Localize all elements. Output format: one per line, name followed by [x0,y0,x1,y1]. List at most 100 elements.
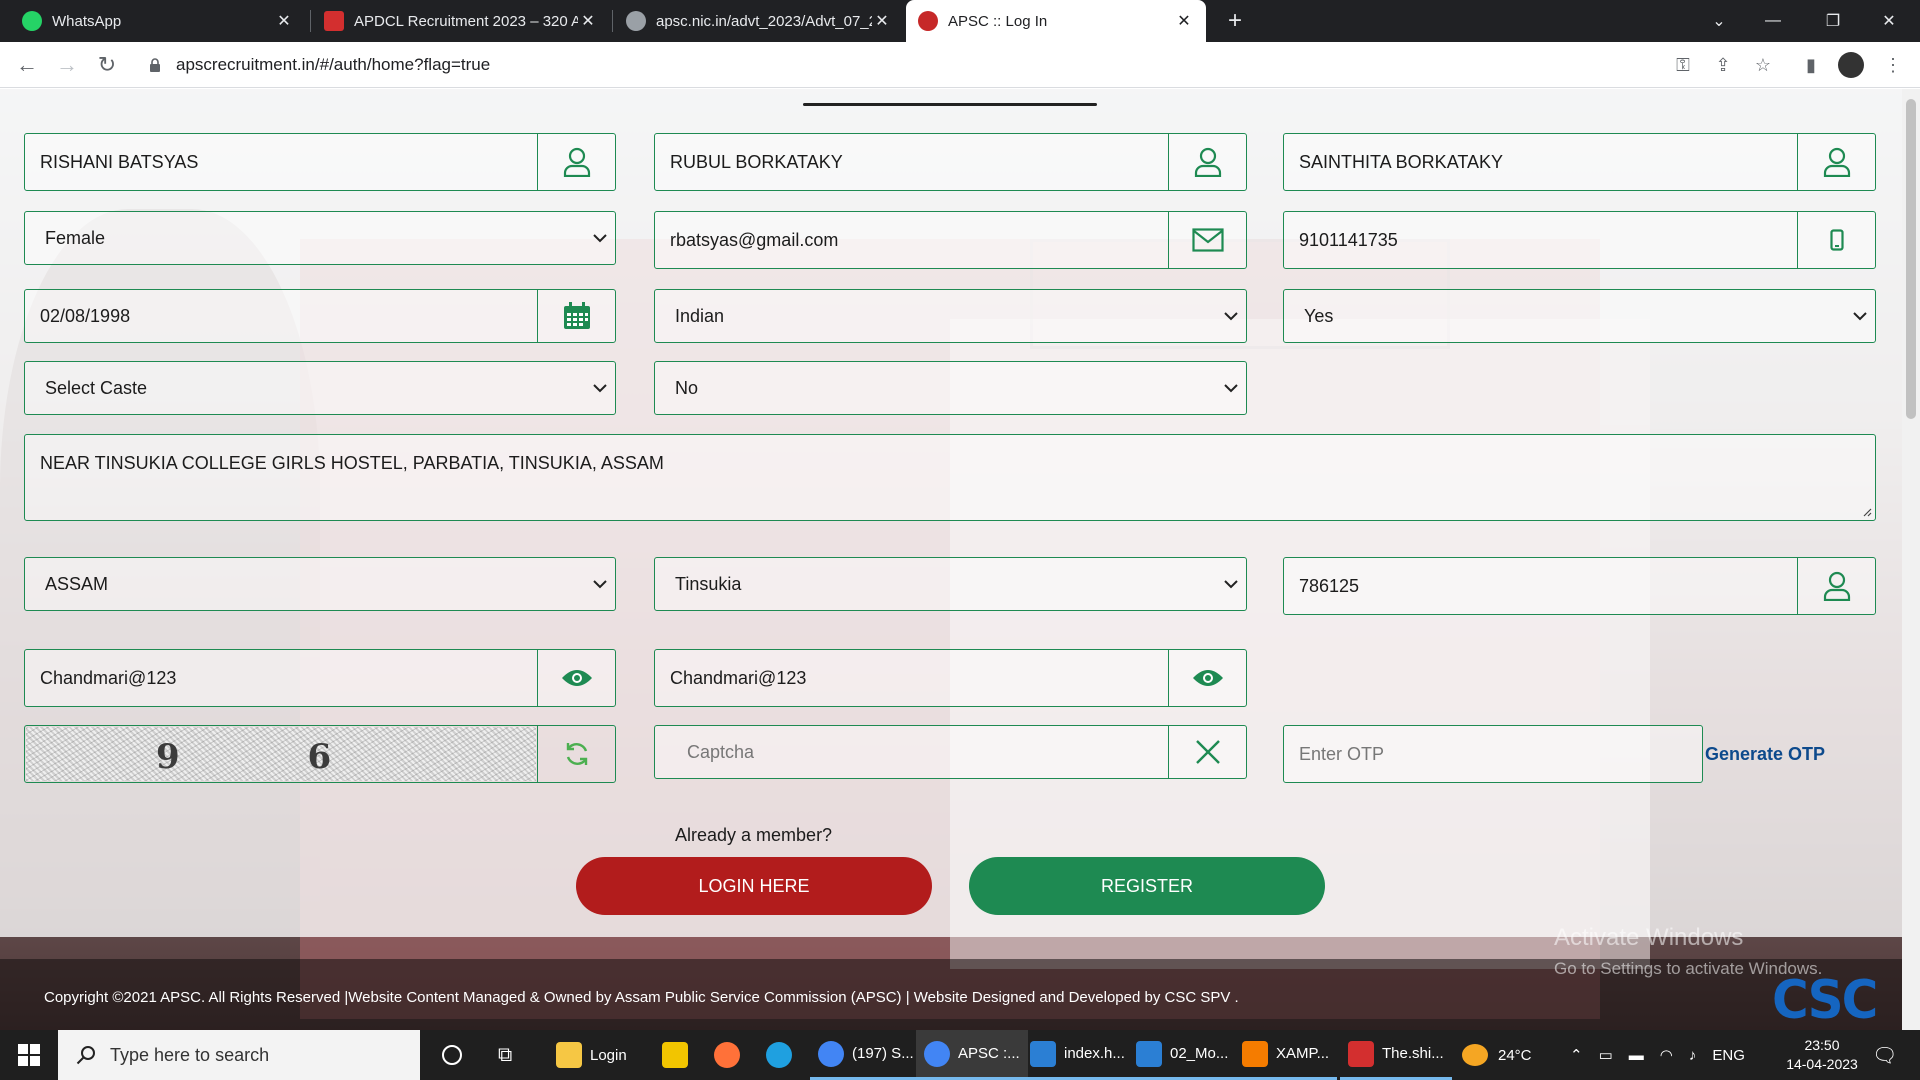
mobile-value: 9101141735 [1299,229,1398,250]
wifi-icon[interactable]: ◠ [1660,1046,1673,1064]
taskbar-app-label: 02_Mo... [1170,1045,1229,1062]
login-button[interactable]: LOGIN HERE [576,857,932,915]
taskbar-app-label: XAMP... [1276,1045,1330,1062]
chevron-down-icon [1845,311,1875,321]
taskbar-app-chrome-2[interactable]: APSC :... [916,1030,1028,1080]
taskbar-app-chrome-1[interactable]: (197) S... [810,1030,922,1080]
calendar-icon[interactable] [537,290,615,342]
close-icon[interactable]: ✕ [872,11,892,31]
confirm-password-field[interactable]: Chandmari@123 [654,649,1247,707]
minimize-button[interactable]: — [1750,0,1796,42]
state-value: ASSAM [45,573,109,594]
gender-value: Female [45,227,106,248]
avatar[interactable] [1838,52,1864,78]
url-field[interactable]: apscrecruitment.in/#/auth/home?flag=true [140,48,1670,82]
taskbar-app-edge[interactable] [758,1030,808,1080]
scrollbar-thumb[interactable] [1906,99,1916,419]
taskbar-app-player[interactable] [654,1030,704,1080]
taskbar-app-label: (197) S... [852,1045,914,1062]
refresh-icon[interactable] [537,725,616,783]
father-name-field[interactable]: RUBUL BORKATAKY [654,133,1247,191]
address-textarea[interactable]: NEAR TINSUKIA COLLEGE GIRLS HOSTEL, PARB… [24,434,1876,521]
cortana-icon[interactable] [434,1030,470,1080]
close-icon[interactable] [1168,726,1246,778]
battery-icon[interactable]: ▬ [1629,1047,1644,1064]
menu-kebab-icon[interactable]: ⋮ [1880,52,1906,78]
user-icon [537,134,615,190]
page-scrollbar[interactable] [1902,89,1920,1030]
player-icon [662,1042,688,1068]
eye-icon[interactable] [1168,650,1246,706]
user-icon [1797,134,1875,190]
language-indicator[interactable]: ENG [1712,1047,1745,1064]
close-icon[interactable]: ✕ [274,11,294,31]
mother-name-field[interactable]: SAINTHITA BORKATAKY [1283,133,1876,191]
weather-widget[interactable]: 24°C [1462,1030,1532,1080]
register-button[interactable]: REGISTER [969,857,1325,915]
xampp-icon [1242,1040,1268,1067]
forward-button[interactable]: → [52,50,82,80]
volume-icon[interactable]: ♪ [1689,1047,1697,1064]
confirm-password-value: Chandmari@123 [670,667,807,688]
new-tab-button[interactable]: + [1220,6,1250,36]
name-field[interactable]: RISHANI BATSYAS [24,133,616,191]
user-icon [1168,134,1246,190]
gender-select[interactable]: Female [24,211,616,265]
dob-field[interactable]: 02/08/1998 [24,289,616,343]
back-button[interactable]: ← [12,50,42,80]
resize-handle-icon[interactable] [1862,507,1872,517]
eye-icon[interactable] [537,650,615,706]
device-icon[interactable]: ▭ [1599,1046,1613,1064]
otp-input[interactable]: Enter OTP [1283,725,1703,783]
tab-search-icon[interactable]: ⌄ [1696,0,1742,42]
tab-apdcl[interactable]: APDCL Recruitment 2023 – 320 A ✕ [312,0,610,42]
domicile-select[interactable]: Yes [1283,289,1876,343]
key-icon[interactable]: ⚿ [1670,52,1696,78]
side-panel-icon[interactable]: ▮ [1798,52,1824,78]
caste-select[interactable]: Select Caste [24,361,616,415]
tab-whatsapp[interactable]: WhatsApp ✕ [10,0,306,42]
captcha-placeholder: Captcha [687,741,755,762]
nationality-select[interactable]: Indian [654,289,1247,343]
taskbar-app-firefox[interactable] [706,1030,756,1080]
captcha-input[interactable]: Captcha [654,725,1247,779]
taskbar-app-vscode-2[interactable]: 02_Mo... [1128,1030,1237,1080]
mobile-field[interactable]: 9101141735 [1283,211,1876,269]
chevron-down-icon [1216,383,1246,393]
state-select[interactable]: ASSAM [24,557,616,611]
pincode-field[interactable]: 786125 [1283,557,1876,615]
pincode-value: 786125 [1299,575,1360,596]
domicile-value: Yes [1304,305,1334,326]
close-icon[interactable]: ✕ [1174,11,1194,31]
taskbar-app-label: The.shi... [1382,1045,1444,1062]
pwd-select[interactable]: No [654,361,1247,415]
taskbar-app-media[interactable]: The.shi... [1340,1030,1452,1080]
bookmark-star-icon[interactable]: ☆ [1750,52,1776,78]
close-icon[interactable]: ✕ [578,11,598,31]
nationality-value: Indian [675,305,725,326]
taskbar-clock[interactable]: 23:50 14-04-2023 [1780,1036,1864,1074]
chevron-down-icon [585,233,615,243]
user-icon [1797,558,1875,614]
registration-form-panel: RISHANI BATSYAS RUBUL BORKATAKY SAINTHIT… [0,89,1902,937]
restore-button[interactable]: ❐ [1810,0,1856,42]
district-select[interactable]: Tinsukia [654,557,1247,611]
chevron-up-icon[interactable]: ⌃ [1570,1046,1583,1064]
email-field[interactable]: rbatsyas@gmail.com [654,211,1247,269]
share-icon[interactable]: ⇪ [1710,52,1736,78]
taskbar-app-explorer[interactable]: Login [548,1030,635,1080]
password-value: Chandmari@123 [40,667,177,688]
tab-apsc-advt[interactable]: apsc.nic.in/advt_2023/Advt_07_2( ✕ [614,0,904,42]
tab-apsc-login[interactable]: APSC :: Log In ✕ [906,0,1206,42]
password-field[interactable]: Chandmari@123 [24,649,616,707]
task-view-icon[interactable]: ⧉ [490,1030,520,1080]
close-window-button[interactable]: ✕ [1866,0,1912,42]
taskbar-search-input[interactable]: Type here to search [58,1030,420,1080]
windows-start-icon[interactable] [0,1030,58,1080]
generate-otp-link[interactable]: Generate OTP [1705,744,1825,765]
taskbar-app-vscode-1[interactable]: index.h... [1022,1030,1133,1080]
taskbar-app-xampp[interactable]: XAMP... [1234,1030,1338,1080]
reload-button[interactable]: ↻ [92,50,122,80]
notifications-icon[interactable]: 🗨 [1872,1030,1897,1080]
search-icon [76,1046,95,1065]
